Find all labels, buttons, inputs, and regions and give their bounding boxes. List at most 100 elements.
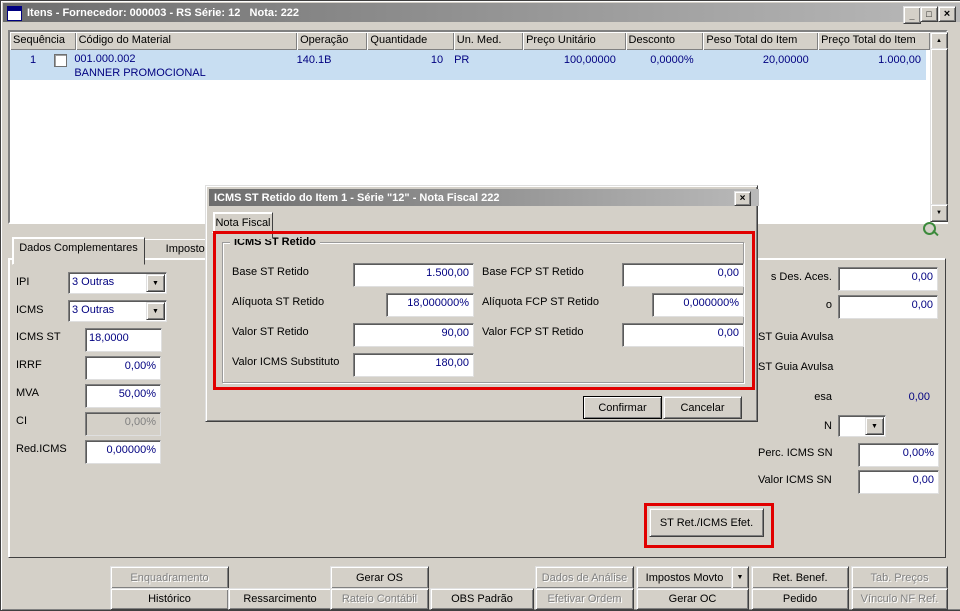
- icms-st-label: ICMS ST: [16, 331, 61, 343]
- ci-label: CI: [16, 415, 27, 427]
- col-sequencia[interactable]: Sequência: [10, 32, 76, 50]
- tab-dados-complementares[interactable]: Dados Complementares: [12, 237, 145, 265]
- scroll-thumb[interactable]: [930, 48, 948, 206]
- col-unmed[interactable]: Un. Med.: [453, 32, 524, 50]
- row-operacao: 140.1B: [296, 54, 332, 66]
- ressarcimento-button[interactable]: Ressarcimento: [228, 588, 332, 610]
- row-preco-unitario: 100,00000: [563, 54, 616, 66]
- row-descricao: BANNER PROMOCIONAL: [74, 67, 206, 79]
- row-desconto: 0,0000%: [650, 54, 694, 66]
- base-fcp-st-retido-field[interactable]: 0,00: [622, 263, 744, 287]
- row-quantidade: 10: [430, 54, 444, 66]
- col-preco-total[interactable]: Preço Total do Item: [818, 32, 930, 50]
- red-icms-label: Red.ICMS: [16, 443, 67, 455]
- right-row2-field[interactable]: 0,00: [838, 295, 938, 319]
- obs-padrao-button[interactable]: OBS Padrão: [430, 588, 534, 610]
- impostos-movto-button[interactable]: Impostos Movto: [636, 566, 733, 589]
- mva-field[interactable]: 50,00%: [85, 384, 161, 408]
- window-titlebar[interactable]: Itens - Fornecedor: 000003 - RS Série: 1…: [3, 3, 960, 22]
- perc-icms-sn-field[interactable]: 0,00%: [858, 443, 939, 467]
- valor-st-retido-field[interactable]: 90,00: [353, 323, 474, 347]
- right-row5-value: 0,00: [908, 391, 930, 403]
- ipi-combo-value: 3 Outras: [72, 276, 115, 288]
- cell-seq: 1: [10, 50, 70, 80]
- zoom-icon[interactable]: [922, 221, 939, 237]
- col-peso-total[interactable]: Peso Total do Item: [703, 32, 819, 50]
- valor-fcp-st-retido-field[interactable]: 0,00: [622, 323, 744, 347]
- valor-icms-substituto-label: Valor ICMS Substituto: [232, 356, 340, 368]
- right-row5-label: esa: [814, 391, 832, 403]
- st-guia-avulsa-label-1: ST Guia Avulsa: [758, 331, 834, 343]
- base-st-retido-field[interactable]: 1.500,00: [353, 263, 474, 287]
- row-checkbox[interactable]: [54, 54, 67, 67]
- aliquota-st-retido-label: Alíquota ST Retido: [232, 296, 325, 308]
- base-st-retido-label: Base ST Retido: [232, 266, 309, 278]
- dialog-close-button[interactable]: ×: [734, 191, 751, 206]
- aliquota-fcp-st-retido-field[interactable]: 0,000000%: [652, 293, 744, 317]
- tab-nota-fiscal[interactable]: Nota Fiscal: [213, 212, 273, 239]
- right-row6-combo[interactable]: ▼: [838, 415, 886, 437]
- confirmar-button[interactable]: Confirmar: [583, 396, 662, 419]
- rateio-contabil-button: Rateio Contábil: [330, 588, 429, 610]
- vinculo-nf-ref-button: Vínculo NF Ref.: [851, 588, 948, 610]
- right-row6-label: N: [824, 420, 832, 432]
- right-row2-label: o: [825, 299, 832, 311]
- historico-button[interactable]: Histórico: [110, 588, 229, 610]
- chevron-down-icon[interactable]: ▼: [865, 417, 884, 435]
- st-ret-icms-efet-button[interactable]: ST Ret./ICMS Efet.: [649, 508, 764, 537]
- enquadramento-button: Enquadramento: [110, 566, 229, 589]
- col-desconto[interactable]: Desconto: [625, 32, 704, 50]
- col-codigo[interactable]: Código do Material: [75, 32, 298, 50]
- mva-label: MVA: [16, 387, 40, 399]
- close-icon: ×: [739, 193, 746, 204]
- icms-combo[interactable]: 3 Outras ▼: [68, 300, 167, 322]
- des-aces-label: s Des. Aces.: [770, 271, 832, 283]
- dialog-titlebar[interactable]: ICMS ST Retido do Item 1 - Série "12" - …: [209, 189, 759, 206]
- icms-st-field[interactable]: 18,0000: [85, 328, 162, 352]
- dados-de-analise-button: Dados de Análise: [535, 566, 634, 589]
- tab-precos-button: Tab. Preços: [851, 566, 948, 589]
- grid-scrollbar[interactable]: ▲ ▼: [930, 32, 948, 222]
- ci-field: 0,00%: [85, 412, 161, 436]
- col-operacao[interactable]: Operação: [297, 32, 368, 50]
- gerar-os-button[interactable]: Gerar OS: [330, 566, 429, 589]
- window-title: Itens - Fornecedor: 000003 - RS Série: 1…: [27, 6, 300, 19]
- dialog-title: ICMS ST Retido do Item 1 - Série "12" - …: [214, 191, 500, 204]
- ret-benef-button[interactable]: Ret. Benef.: [751, 566, 849, 589]
- close-icon: ×: [943, 8, 951, 20]
- valor-icms-substituto-field[interactable]: 180,00: [353, 353, 474, 377]
- maximize-button[interactable]: □: [920, 6, 938, 22]
- gerar-oc-button[interactable]: Gerar OC: [636, 588, 749, 610]
- icms-label: ICMS: [16, 304, 44, 316]
- st-guia-avulsa-label-2: ST Guia Avulsa: [758, 361, 834, 373]
- efetivar-ordem-button: Efetivar Ordem: [535, 588, 634, 610]
- window-icon: [7, 6, 22, 21]
- col-quantidade[interactable]: Quantidade: [367, 32, 454, 50]
- table-row[interactable]: 1 001.000.002 BANNER PROMOCIONAL 140.1B …: [10, 50, 926, 80]
- scroll-down-icon[interactable]: ▼: [930, 204, 948, 222]
- application-window: { "window": { "title": "Itens - Forneced…: [0, 0, 960, 611]
- red-icms-field[interactable]: 0,00000%: [85, 440, 161, 464]
- chevron-down-icon[interactable]: ▼: [146, 302, 165, 320]
- impostos-movto-dropdown-icon[interactable]: ▼: [731, 566, 749, 589]
- des-aces-field[interactable]: 0,00: [838, 267, 938, 291]
- col-preco-unit[interactable]: Preço Unitário: [523, 32, 626, 50]
- aliquota-st-retido-field[interactable]: 18,000000%: [386, 293, 474, 317]
- valor-icms-sn-field[interactable]: 0,00: [858, 470, 939, 494]
- row-unmed: PR: [454, 54, 470, 66]
- close-button[interactable]: ×: [938, 6, 956, 22]
- chevron-down-icon[interactable]: ▼: [146, 274, 165, 292]
- maximize-icon: □: [926, 9, 932, 19]
- ipi-label: IPI: [16, 276, 30, 288]
- row-preco-total: 1.000,00: [878, 54, 921, 66]
- valor-icms-sn-label: Valor ICMS SN: [758, 474, 832, 486]
- minimize-icon: _: [909, 11, 915, 21]
- ipi-combo[interactable]: 3 Outras ▼: [68, 272, 167, 294]
- cancelar-button[interactable]: Cancelar: [663, 396, 742, 419]
- irrf-field[interactable]: 0,00%: [85, 356, 161, 380]
- base-fcp-st-retido-label: Base FCP ST Retido: [482, 266, 584, 278]
- icms-combo-value: 3 Outras: [72, 304, 115, 316]
- pedido-button[interactable]: Pedido: [751, 588, 849, 610]
- minimize-button[interactable]: _: [903, 6, 921, 24]
- perc-icms-sn-label: Perc. ICMS SN: [758, 447, 833, 459]
